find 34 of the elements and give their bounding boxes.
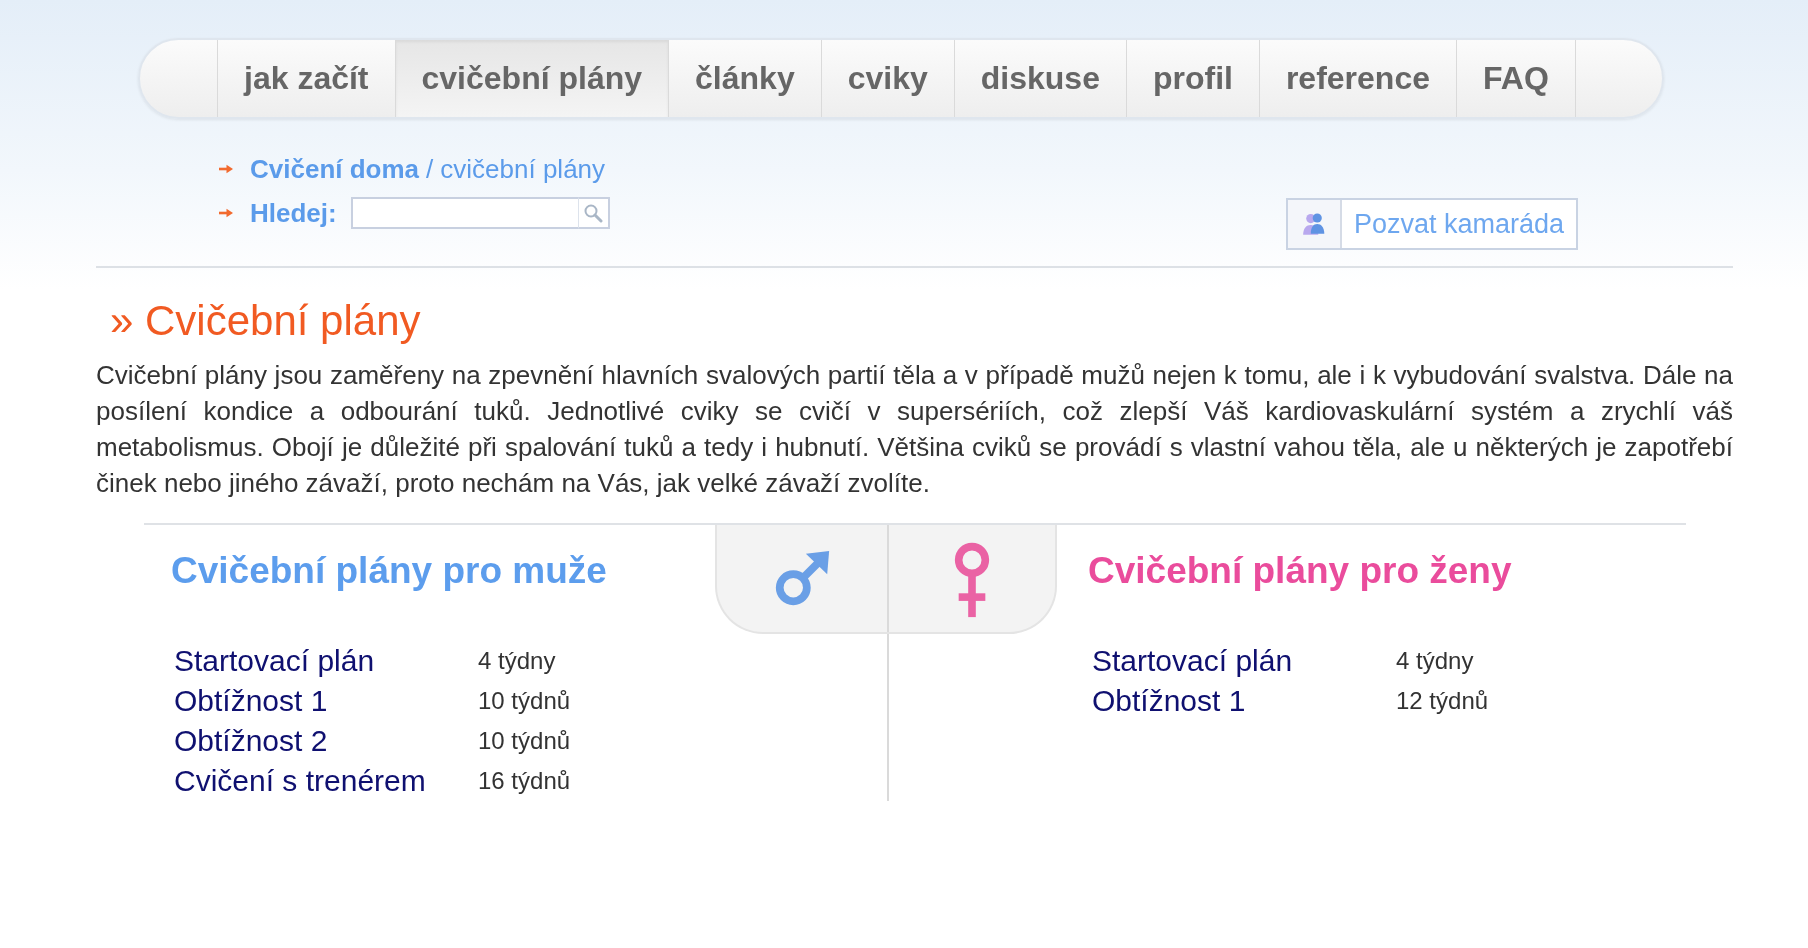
breadcrumb-link[interactable]: Cvičení doma (250, 153, 420, 185)
plan-link[interactable]: Obtížnost 1 (174, 684, 328, 718)
nav-tab[interactable]: jak začít (217, 40, 395, 117)
plan-link[interactable]: Cvičení s trenérem (174, 764, 426, 798)
plan-duration: 10 týdnů (478, 727, 571, 755)
plan-link[interactable]: Obtížnost 1 (1092, 684, 1246, 718)
nav-tab[interactable]: cviky (820, 40, 954, 117)
nav-tab[interactable]: články (668, 40, 821, 117)
section-heading: Cvičební plány pro ženy (1088, 549, 1513, 593)
arrow-icon (219, 164, 233, 174)
nav-tab[interactable]: reference (1258, 40, 1456, 117)
plan-link[interactable]: Startovací plán (174, 644, 375, 678)
search-label: Hledej: (250, 197, 337, 229)
intro-paragraph: Cvičební plány jsou zaměřeny na zpevnění hlavních svalových partií těla a v případě mužů nejen k tomu, ale i k vybudování svalstva. Dále na posílení kondice a odbourání tuků. Jednotlivé cviky se cvičí v supersériích, což zlepší Váš kardiovaskulární systém a zrychlí váš metabolismus. Obojí je důležité při spalování tuků a tedy i hubnutí. Většina cviků se provádí s vlastní vahou těla, ale u některých je zapotřebí činek nebo jiného závaží, proto nechám na Vás, jak velké závaží zvolíte. (96, 359, 1733, 500)
plan-duration: 4 týdny (478, 647, 556, 675)
nav-tab[interactable]: profil (1125, 40, 1259, 117)
nav-tab[interactable]: diskuse (953, 40, 1126, 117)
search-field[interactable] (350, 197, 578, 229)
section-heading: Cvičební plány pro muže (171, 549, 608, 593)
page-title: » Cvičební plány (110, 296, 422, 346)
plan-duration: 12 týdnů (1396, 687, 1489, 715)
plan-duration: 4 týdny (1396, 647, 1474, 675)
breadcrumb-current: cvičební plány (440, 153, 606, 185)
nav-tab[interactable]: cvičební plány (394, 40, 669, 117)
plan-duration: 10 týdnů (478, 687, 571, 715)
search-icon (583, 203, 604, 223)
plan-link[interactable]: Obtížnost 2 (174, 724, 328, 758)
people-icon (1287, 200, 1342, 248)
nav-tab[interactable]: FAQ (1456, 40, 1576, 117)
arrow-icon (219, 208, 233, 218)
search-button[interactable] (577, 197, 610, 229)
breadcrumb-separator: / (426, 153, 434, 185)
plan-link[interactable]: Startovací plán (1092, 644, 1293, 678)
plan-duration: 16 týdnů (478, 767, 571, 795)
